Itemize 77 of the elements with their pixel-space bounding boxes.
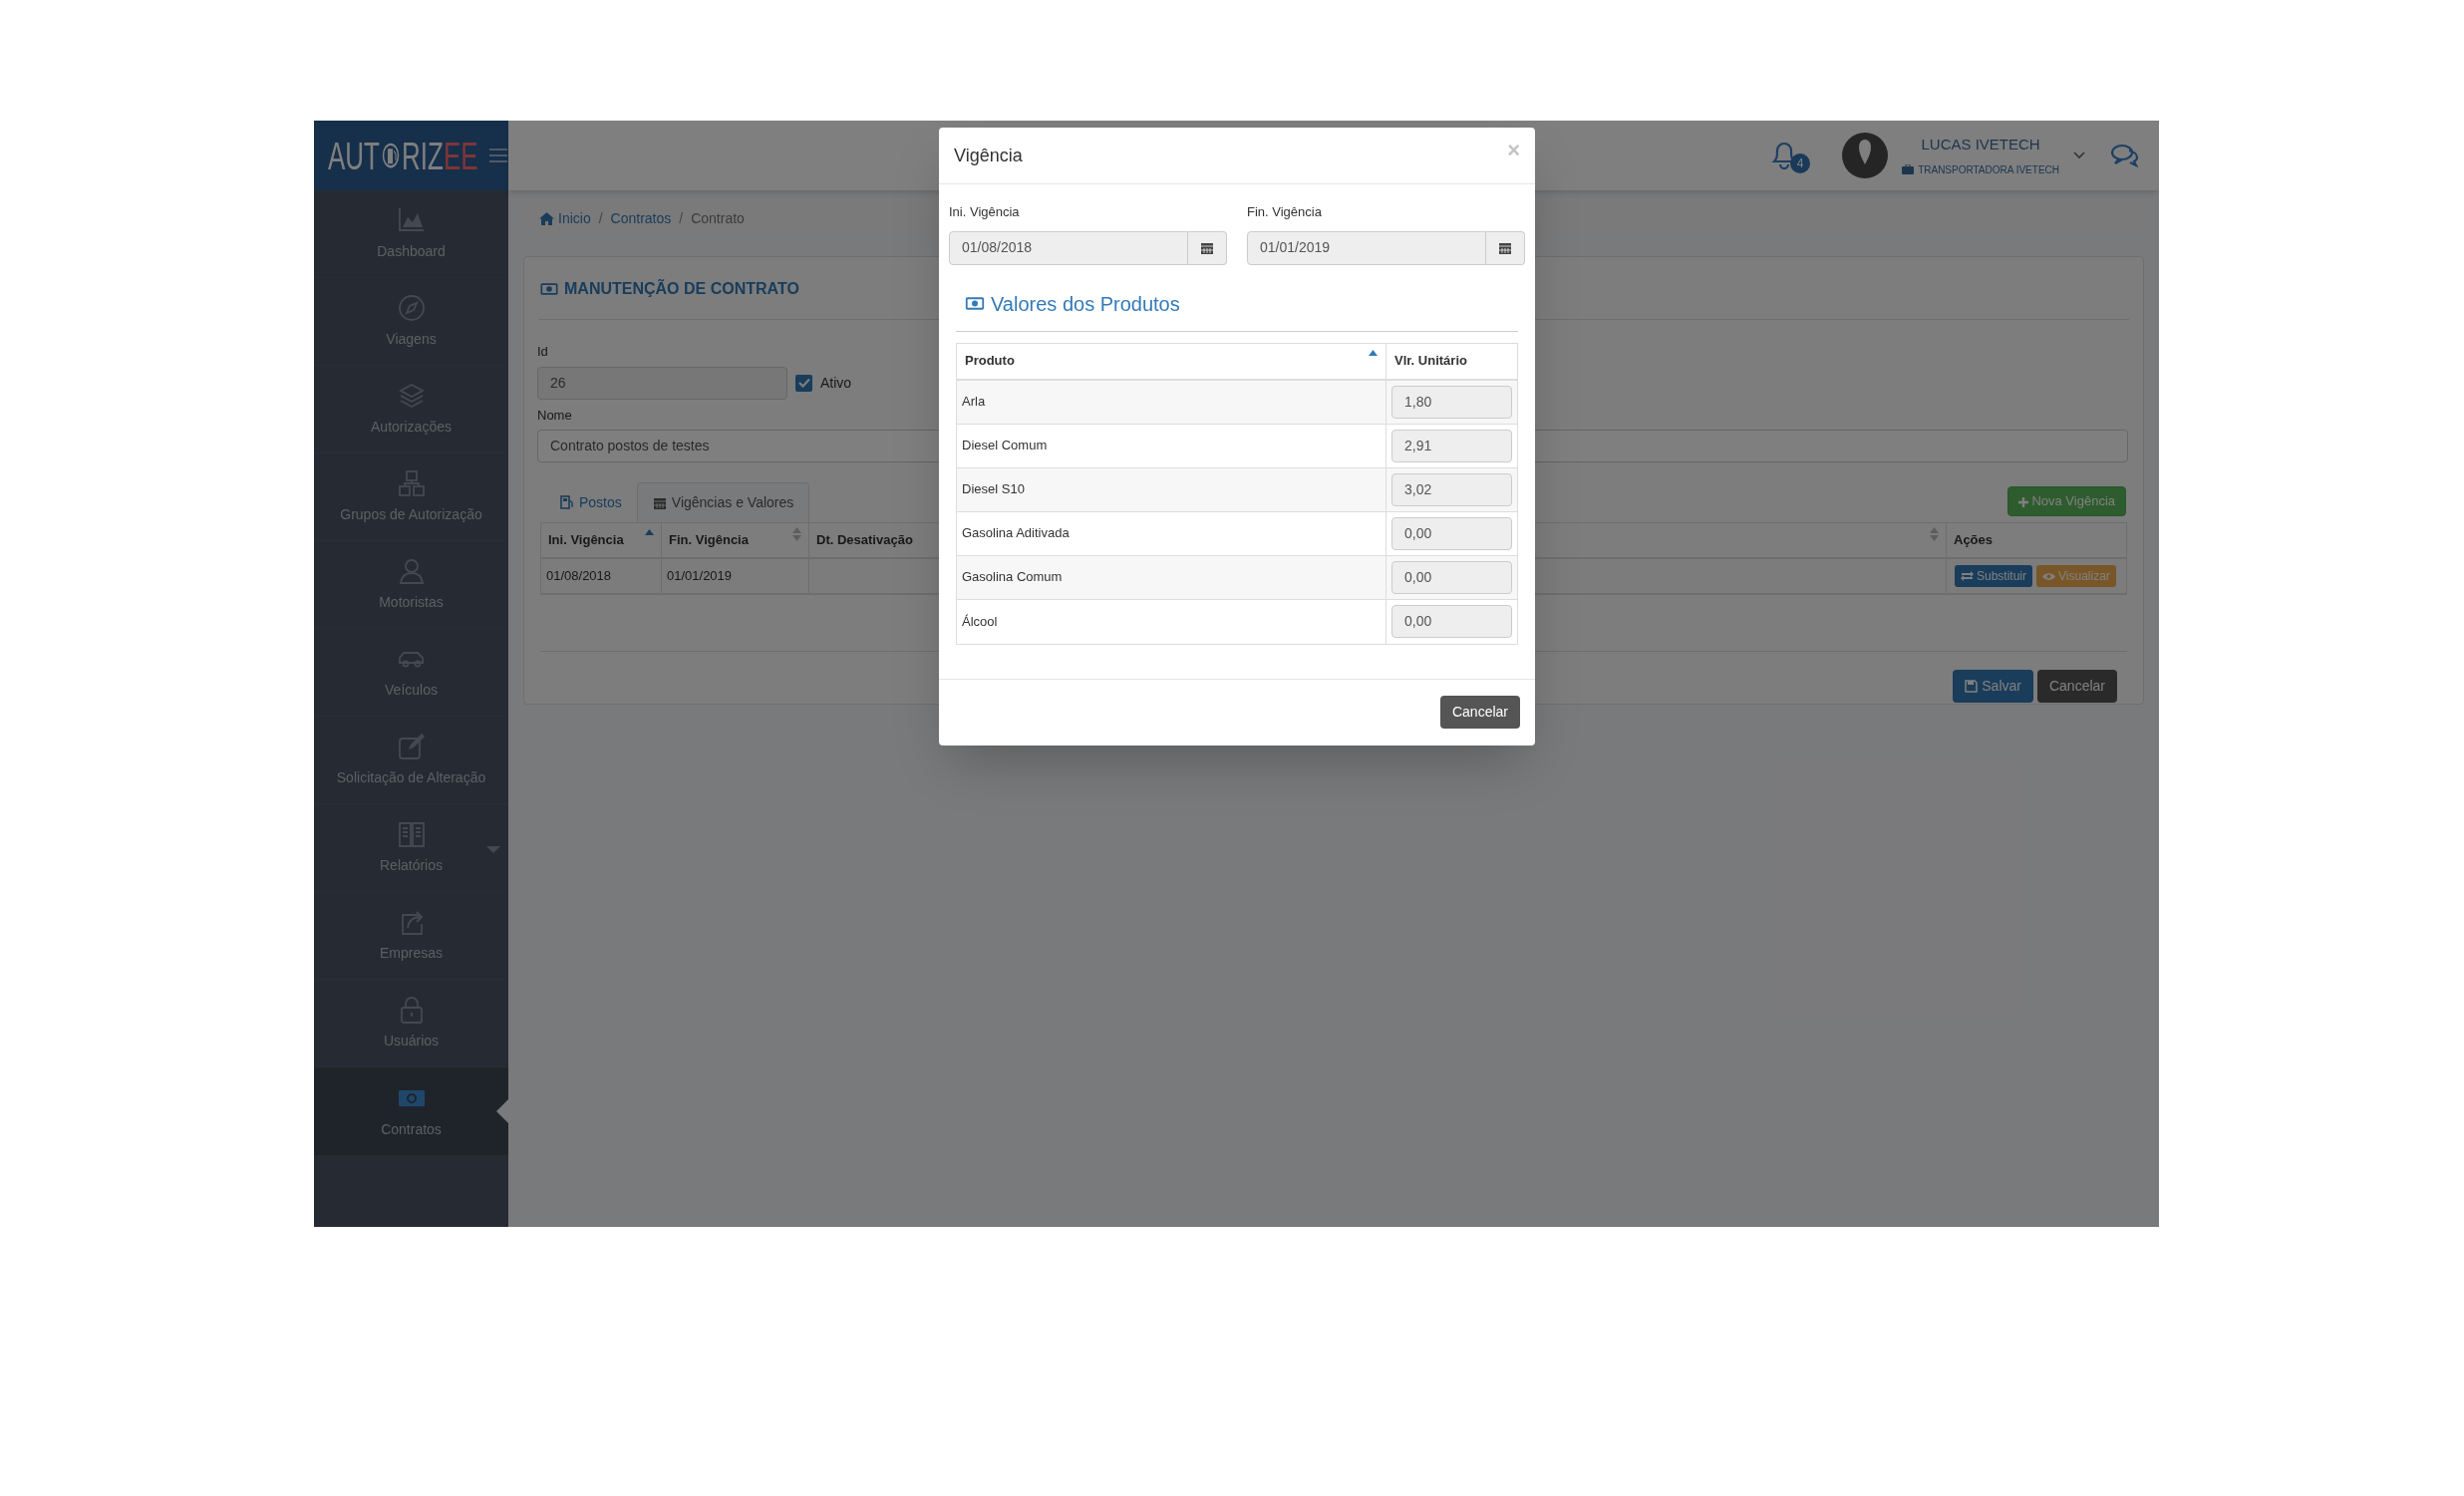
id-field[interactable]: 26 [537,366,787,400]
edit-icon [396,732,427,761]
breadcrumb-link[interactable]: Contratos [610,207,672,229]
date-field[interactable]: 01/08/2018 [949,230,1188,265]
value-field[interactable]: 0,00 [1391,605,1512,638]
field-label: Nome [537,406,572,425]
value-field[interactable]: 1,80 [1391,385,1512,419]
calendar-icon [1498,240,1512,255]
money-icon [540,282,558,296]
form-title: MANUTENÇÃO DE CONTRATO [564,278,799,299]
breadcrumb-current: Contrato [691,208,745,228]
cancel-button[interactable]: Cancelar [1439,696,1520,729]
table-cell-text: Arla [962,393,986,412]
replace-button[interactable]: Substituir [1955,565,2033,587]
breadcrumb-separator: / [598,208,603,228]
user-name[interactable]: LUCAS IVETECH [1921,134,2040,156]
compass-icon [396,293,427,323]
breadcrumb-separator: / [679,208,684,228]
table-cell-text: Gasolina Aditivada [962,524,1070,543]
column-header[interactable]: Vlr. Unitário [1394,351,1467,371]
column-header[interactable]: Produto [965,351,1015,371]
briefcase-icon [1902,164,1915,175]
column-header[interactable]: Ini. Vigência [548,530,624,550]
logo-text: RIZEE [402,136,478,175]
field-label: Fin. Vigência [1247,203,1323,221]
date-field[interactable]: 01/01/2019 [1247,230,1486,265]
calendar-icon [1200,240,1214,255]
home-icon [539,211,554,225]
sort-icon[interactable] [792,527,801,541]
column-header[interactable]: Ações [1954,530,1994,550]
notification-badge: 4 [1790,153,1811,173]
column-header[interactable]: Fin. Vigência [669,530,749,550]
sitemap-icon [396,468,427,498]
tab[interactable]: Vigências e Valores [636,482,810,522]
chat-icon[interactable] [2111,144,2139,167]
money-icon [965,296,985,311]
breadcrumb-link[interactable]: Inicio [539,207,591,229]
view-button[interactable]: Visualizar [2036,565,2116,587]
sort-ascending-icon[interactable] [1369,349,1378,356]
calendar-button[interactable] [1188,230,1227,265]
plus-icon [2018,496,2029,507]
checkbox-label: Ativo [820,373,852,393]
table-cell-text: Diesel S10 [962,480,1025,499]
new-button[interactable]: Nova Vigência [2007,486,2126,516]
sort-ascending-icon[interactable] [645,529,654,535]
table-cell-text: Diesel Comum [962,437,1048,455]
close-button[interactable]: × [1507,134,1520,166]
table-cell-text: 01/01/2019 [667,567,733,586]
value-field[interactable]: 3,02 [1391,472,1512,506]
tab[interactable]: Postos [545,482,637,522]
field-label: Ini. Vigência [949,203,1021,221]
calendar-button[interactable] [1486,230,1525,265]
logo-text: AUT [328,136,380,175]
menu-icon[interactable] [487,148,508,163]
sidebar-item[interactable]: Contratos [314,1067,508,1155]
calendar-icon [652,495,667,510]
value-field[interactable]: 0,00 [1391,560,1512,594]
value-field[interactable]: 2,91 [1391,429,1512,462]
company-name: TRANSPORTADORA IVETECH [1918,162,2059,177]
table-cell-text: Gasolina Comum [962,568,1063,587]
table-cell-text: Álcool [962,612,998,631]
eye-icon [2042,571,2056,581]
cancel-button[interactable]: Cancelar [2036,670,2117,703]
save-button[interactable]: Salvar [1953,670,2033,703]
field-label: Id [537,343,548,361]
sort-icon[interactable] [1930,527,1939,541]
fuel-pump-icon [380,141,402,170]
table-cell-text: 01/08/2018 [546,567,612,586]
fuel-pump-icon [560,495,574,509]
column-header[interactable]: Dt. Desativação [816,530,913,550]
swap-icon [1961,571,1974,581]
book-icon [396,819,427,849]
chevron-down-icon[interactable] [2073,151,2085,159]
section-title: Valores dos Produtos [991,291,1180,317]
modal-title: Vigência [954,144,1023,167]
value-field[interactable]: 0,00 [1391,516,1512,550]
checkbox[interactable] [795,374,812,392]
